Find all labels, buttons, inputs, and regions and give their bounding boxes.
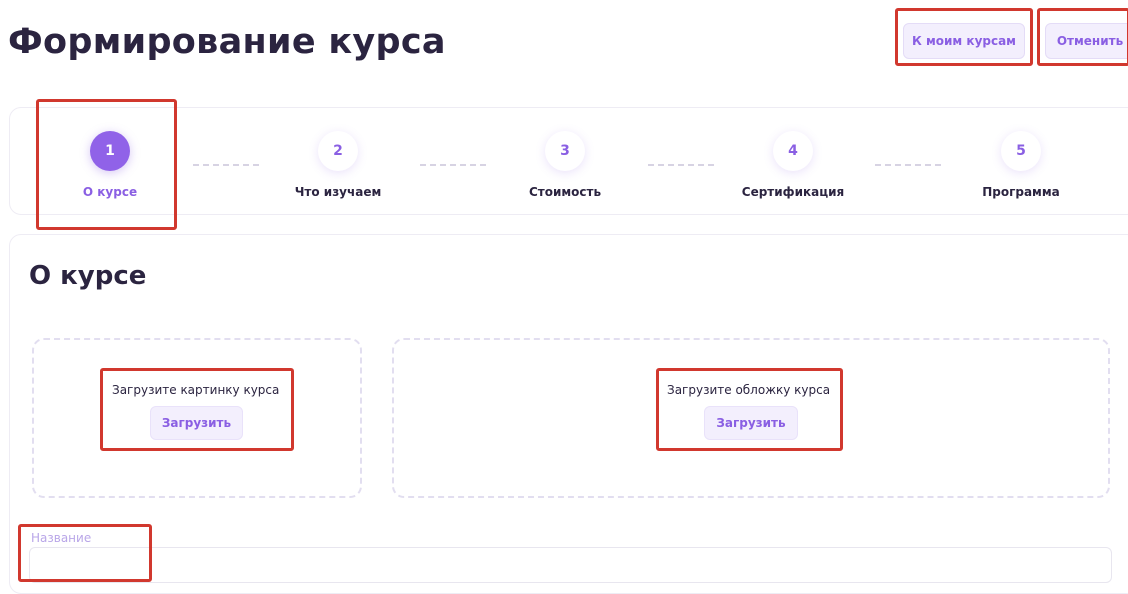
upload-cover-button[interactable]: Загрузить bbox=[704, 406, 798, 440]
step-what-we-learn[interactable]: 2 Что изучаем bbox=[268, 108, 408, 216]
name-field-label: Название bbox=[31, 531, 92, 545]
step-label: Стоимость bbox=[528, 185, 602, 199]
step-number: 1 bbox=[90, 131, 130, 171]
step-about[interactable]: 1 О курсе bbox=[40, 108, 180, 216]
step-number: 2 bbox=[318, 131, 358, 171]
upload-image-text: Загрузите картинку курса bbox=[112, 383, 280, 397]
course-name-input[interactable] bbox=[29, 547, 1112, 583]
step-label: Сертификация bbox=[741, 185, 845, 199]
step-connector bbox=[875, 164, 941, 166]
step-label: Программа bbox=[982, 185, 1060, 199]
step-price[interactable]: 3 Стоимость bbox=[495, 108, 635, 216]
step-number: 3 bbox=[545, 131, 585, 171]
upload-cover-text: Загрузите обложку курса bbox=[667, 383, 831, 397]
cancel-button[interactable]: Отменить bbox=[1045, 23, 1128, 59]
step-label: О курсе bbox=[82, 185, 138, 199]
course-stepper: 1 О курсе 2 Что изучаем 3 Стоимость 4 Се… bbox=[9, 107, 1128, 215]
page-title: Формирование курса bbox=[8, 22, 446, 62]
step-certification[interactable]: 4 Сертификация bbox=[723, 108, 863, 216]
step-connector bbox=[193, 164, 259, 166]
to-my-courses-button[interactable]: К моим курсам bbox=[903, 23, 1025, 59]
step-label: Что изучаем bbox=[294, 185, 382, 199]
step-connector bbox=[648, 164, 714, 166]
step-connector bbox=[420, 164, 486, 166]
step-number: 5 bbox=[1001, 131, 1041, 171]
step-number: 4 bbox=[773, 131, 813, 171]
step-program[interactable]: 5 Программа bbox=[951, 108, 1091, 216]
upload-image-button[interactable]: Загрузить bbox=[150, 406, 243, 440]
section-title: О курсе bbox=[29, 261, 147, 291]
